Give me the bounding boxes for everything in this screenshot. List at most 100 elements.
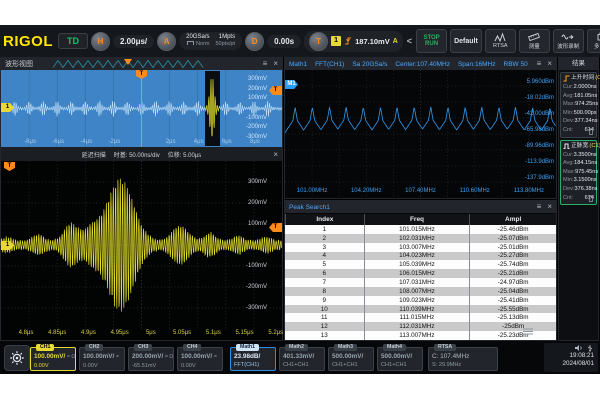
usb-icon[interactable] <box>586 344 594 352</box>
table-row[interactable]: 9109.023MHz-25.41dBm <box>285 296 556 305</box>
channel-status-ch1[interactable]: CH1100.00mV/ = Ω0.00V <box>30 347 76 371</box>
measure-stat-label: Min: <box>563 176 574 185</box>
peak-index: 1 <box>285 225 364 234</box>
coupling-impedance-icons: = Ω <box>67 354 75 360</box>
table-row[interactable]: 5105.039MHz-25.74dBm <box>285 260 556 269</box>
fft-plot[interactable]: M1 5.960dBm-18.02dBm-42.00dBm-65.98dBm-8… <box>285 70 556 198</box>
table-scroll-icon[interactable] <box>522 327 534 336</box>
table-row[interactable]: 3103.007MHz-25.01dBm <box>285 243 556 252</box>
measure-stat-value: 181.05ns <box>574 92 597 101</box>
channel-scale: 100.00mV/ = Ω <box>34 352 72 362</box>
peak-ampl: -24.97dBm <box>469 278 556 287</box>
peak-freq: 108.007MHz <box>364 287 470 296</box>
coupling-impedance-icons: = <box>214 354 217 360</box>
table-row[interactable]: 7107.031MHz-24.97dBm <box>285 278 556 287</box>
run-stop-button[interactable]: STOPRUN <box>416 29 447 53</box>
table-row[interactable]: 2102.031MHz-25.07dBm <box>285 234 556 243</box>
zoom-time-label: 4.8μs <box>15 330 37 336</box>
measure-row: Max:974.25ns <box>563 100 594 109</box>
measure-row: Max:975.45ns <box>563 168 594 177</box>
table-row[interactable]: 12112.031MHz-25dBm <box>285 322 556 331</box>
peak-table: IndexFreqAmpl 1101.015MHz-25.46dBm2102.0… <box>285 214 556 340</box>
horizontal-knob[interactable]: H <box>91 32 110 51</box>
measure-panel-2[interactable]: 正脉宽(C1)Cur:3.3500nsAvg:184.15nsMax:975.4… <box>560 140 597 206</box>
measure-row: Avg:184.15ns <box>563 159 594 168</box>
table-row[interactable]: 4104.023MHz-25.27dBm <box>285 252 556 261</box>
measure-stat-label: Cnt: <box>563 126 573 135</box>
settings-button[interactable] <box>4 345 30 371</box>
close-icon[interactable]: × <box>273 150 278 159</box>
default-button[interactable]: Default <box>450 29 482 53</box>
trigger-knob[interactable]: T <box>309 32 328 51</box>
measure-stat-value: 377.34ns <box>575 117 598 126</box>
peak-ampl: -25.13dBm <box>469 313 556 322</box>
acquire-knob[interactable]: A <box>157 32 176 51</box>
delay-value[interactable]: 0.00s <box>267 35 301 48</box>
table-row[interactable]: 11111.015MHz-25.13dBm <box>285 313 556 322</box>
pulse-width-icon <box>563 143 570 150</box>
measure-row: Dev:376.38ns <box>563 185 594 194</box>
close-icon[interactable]: × <box>547 60 552 68</box>
measure-stat-value: 974.25ns <box>575 100 598 109</box>
menu-icon[interactable]: ≡ <box>537 60 542 68</box>
trigger-source-badge: 1 <box>331 36 341 46</box>
measure-row: Cur:3.3500ns <box>563 151 594 160</box>
waveform-overview[interactable]: T 1 T 300mV200mV100mV-100mV-200mV-300mV-… <box>1 70 282 147</box>
peak-index: 7 <box>285 278 364 287</box>
timebase-value[interactable]: 2.00μs/ <box>113 35 154 48</box>
peak-index: 5 <box>285 260 364 269</box>
zoom-time-label: 5.15μs <box>234 330 256 336</box>
table-row[interactable]: 13113.007MHz-25.23dBm <box>285 331 556 340</box>
peak-freq: 109.023MHz <box>364 296 470 305</box>
channel-offset: 0.00V <box>181 362 219 370</box>
measure-button[interactable]: 测量 <box>519 29 550 53</box>
volume-icon[interactable] <box>574 344 583 352</box>
table-row[interactable]: 8108.007MHz-25.04dBm <box>285 287 556 296</box>
delay-knob[interactable]: D <box>245 32 264 51</box>
peak-freq: 106.015MHz <box>364 269 470 278</box>
waveform-record-button[interactable]: 波形录制 <box>553 29 584 53</box>
menu-icon[interactable]: ≡ <box>537 203 542 211</box>
rtsa-tab: RTSA <box>434 344 456 351</box>
peak-ampl: -25.55dBm <box>469 305 556 314</box>
measure-panel-1[interactable]: 上升时间(C1)Cur:2.0000nsAvg:181.05nsMax:974.… <box>560 72 597 138</box>
wave-record-icon <box>561 32 575 41</box>
channel-status-ch4[interactable]: CH4100.00mV/ =0.00V <box>177 347 223 371</box>
trigger-cluster[interactable]: T 1 187.10mV A <box>304 31 403 52</box>
acq-mode-indicator[interactable]: TD <box>58 33 88 49</box>
fft-center: Center:107.40MHz <box>395 61 450 68</box>
peak-freq: 101.015MHz <box>364 225 470 234</box>
sample-rate: 20GSa/s <box>186 34 209 41</box>
table-row[interactable]: 6106.015MHz-25.21dBm <box>285 269 556 278</box>
rtsa-status-box[interactable]: RTSA C: 107.4MHz S: 29.9MHz <box>428 347 498 371</box>
measure-channel: (C1) <box>589 142 600 151</box>
table-row[interactable]: 10110.039MHz-25.55dBm <box>285 305 556 314</box>
delayed-sweep-timebase: 时基: 50.00ns/div <box>114 150 160 159</box>
peak-freq: 110.039MHz <box>364 305 470 314</box>
menu-icon[interactable]: ≡ <box>263 60 268 68</box>
close-icon[interactable]: × <box>273 60 278 68</box>
timebase-strip[interactable] <box>53 59 203 69</box>
zoom-waveform-view[interactable]: T 1 T 300mV200mV100mV-100mV-200mV-300mV4… <box>1 161 282 340</box>
channel-status-ch3[interactable]: CH3200.00mV/ = Ω-65.51mV <box>128 347 174 371</box>
delete-measure-icon[interactable] <box>588 195 594 202</box>
squarewave-icon <box>187 41 194 45</box>
close-icon[interactable]: × <box>547 203 552 211</box>
delete-measure-icon[interactable] <box>588 128 594 135</box>
acquire-info[interactable]: 20GSa/s Norm 1Mpts 50pts/pt <box>179 32 242 50</box>
channel-offset: -65.51mV <box>132 362 170 370</box>
peak-index: 6 <box>285 269 364 278</box>
math-status-math4[interactable]: Math4500.00mV/CH1+CH1 <box>377 347 423 371</box>
toolbar-scroll-left[interactable]: < <box>406 36 413 46</box>
peak-ampl: -25.41dBm <box>469 296 556 305</box>
measure-stat-value: 3.3500ns <box>574 151 597 160</box>
math-status-math2[interactable]: Math2401.33mV/CH1+CH1 <box>279 347 325 371</box>
math-status-math3[interactable]: Math3500.00mV/CH1+CH1 <box>328 347 374 371</box>
channel-status-ch2[interactable]: CH2100.00mV/ =0.00V <box>79 347 125 371</box>
rtsa-button[interactable]: RTSA <box>485 29 516 53</box>
multi-window-button[interactable]: 多窗口 <box>587 29 600 53</box>
math-status-math1[interactable]: Math123.98dB/FFT(CH1) <box>230 347 276 371</box>
table-row[interactable]: 1101.015MHz-25.46dBm <box>285 225 556 234</box>
fft-source: Math1 <box>289 61 307 68</box>
fft-panel-header: Math1 FFT(CH1) Sa 20GSa/s Center:107.40M… <box>285 58 556 70</box>
